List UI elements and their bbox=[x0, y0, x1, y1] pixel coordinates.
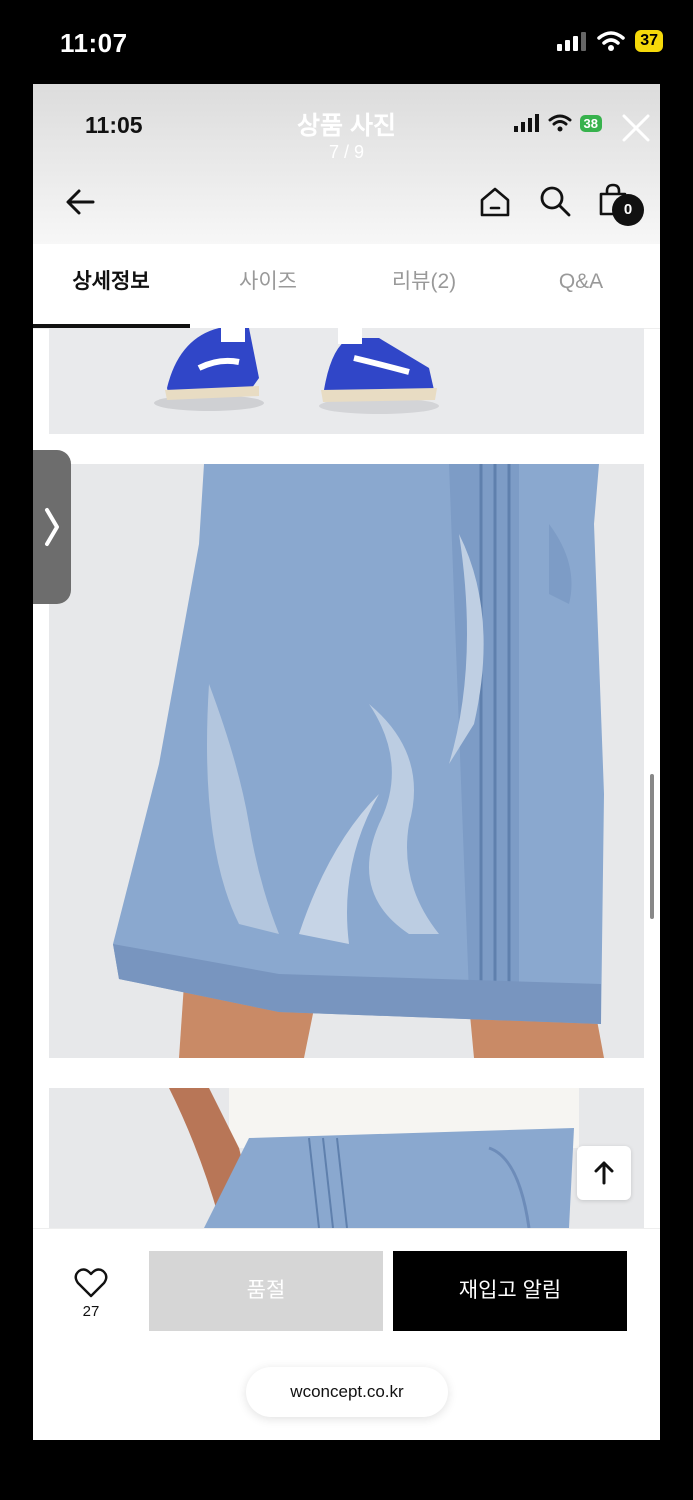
arrow-up-icon bbox=[594, 1161, 614, 1185]
scrollbar[interactable] bbox=[650, 774, 654, 919]
like-count: 27 bbox=[82, 1303, 100, 1320]
purchase-bar: 27 품절 재입고 알림 wconcept.co.kr bbox=[33, 1228, 660, 1440]
tab-reviews[interactable]: 리뷰(2) bbox=[346, 244, 502, 328]
battery-indicator: 38 bbox=[579, 114, 602, 132]
signal-icon bbox=[513, 114, 539, 132]
outer-clock: 11:07 bbox=[60, 28, 128, 58]
sneakers-illustration bbox=[154, 328, 439, 414]
product-image-jeans bbox=[49, 464, 644, 1058]
photo-counter: 7 / 9 bbox=[328, 142, 365, 162]
search-icon[interactable] bbox=[538, 184, 572, 218]
product-tabs: 상세정보 사이즈 리뷰(2) Q&A bbox=[33, 244, 660, 329]
inner-status-icons: 38 bbox=[513, 114, 602, 132]
wifi-icon bbox=[597, 31, 625, 51]
tab-qna[interactable]: Q&A bbox=[503, 244, 659, 328]
next-photo-button[interactable] bbox=[33, 450, 71, 604]
denim-shorts-illustration bbox=[113, 464, 604, 1058]
outer-status-bar: 11:07 37 bbox=[0, 0, 693, 84]
sold-out-button: 품절 bbox=[149, 1251, 383, 1331]
tab-details[interactable]: 상세정보 bbox=[33, 244, 189, 328]
signal-icon bbox=[557, 32, 587, 51]
tab-size[interactable]: 사이즈 bbox=[190, 244, 346, 328]
outer-status-icons: 37 bbox=[557, 30, 663, 52]
wifi-icon bbox=[548, 114, 572, 132]
scroll-to-top-button[interactable] bbox=[577, 1146, 631, 1200]
heart-icon[interactable] bbox=[74, 1267, 108, 1299]
back-arrow-icon[interactable] bbox=[63, 184, 99, 220]
chevron-right-icon bbox=[45, 508, 59, 546]
jeans-waist-illustration bbox=[169, 1088, 579, 1228]
product-image-shoes bbox=[49, 328, 644, 434]
home-icon[interactable] bbox=[477, 184, 513, 220]
battery-indicator: 37 bbox=[635, 30, 663, 52]
top-nav bbox=[33, 174, 660, 234]
cart-count-badge: 0 bbox=[612, 194, 644, 226]
photo-viewer-header: 11:05 상품 사진 7 / 9 38 bbox=[33, 84, 660, 244]
browser-url-bar[interactable]: wconcept.co.kr bbox=[246, 1367, 448, 1417]
close-icon[interactable] bbox=[620, 112, 652, 144]
product-image-waist bbox=[49, 1088, 644, 1228]
restock-alert-button[interactable]: 재입고 알림 bbox=[393, 1251, 627, 1331]
app-frame: 11:05 상품 사진 7 / 9 38 0 상세정보 사이즈 리뷰(2) Q&… bbox=[33, 84, 660, 1440]
